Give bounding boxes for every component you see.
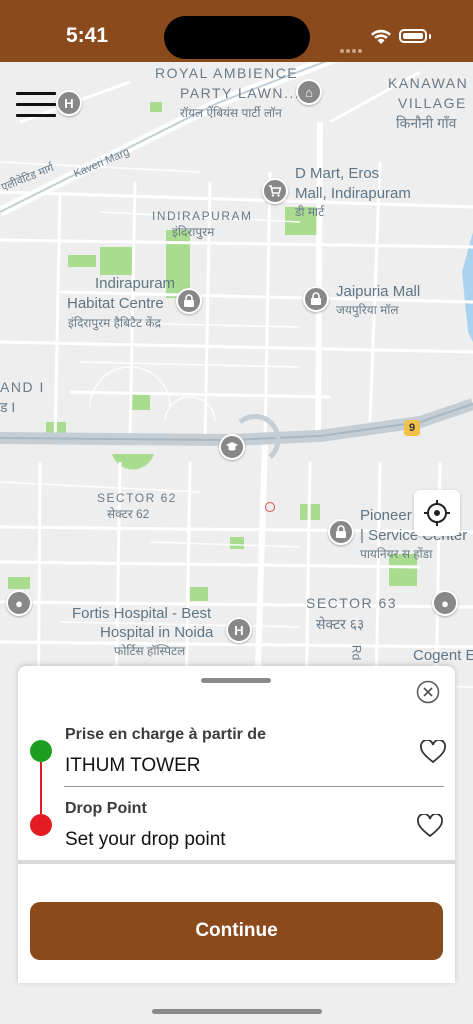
signal-icon [340,40,364,53]
pickup-dot [30,740,52,762]
map-label: KANAWAN [388,75,469,91]
map-label: Rd [349,644,364,661]
map-label: रॉयल ऐंबियंस पार्टी लॉन [180,106,282,120]
map-label: फोर्टिस हॉस्पिटल [114,644,186,658]
map-label: Cogent E [413,647,473,664]
battery-icon [399,29,427,43]
status-time: 5:41 [66,24,109,47]
map-label: SECTOR 63 [306,595,398,611]
map-label: सेक्टर 62 [107,507,150,521]
close-icon[interactable] [416,680,440,704]
place-icon[interactable]: ● [6,590,32,616]
map-label: Indirapuram [95,275,176,292]
place-icon[interactable]: ● [432,590,458,616]
road-badge: 9 [404,420,420,436]
shopping-cart-icon[interactable] [262,178,288,204]
map-label: जयपुरिया मॉल [336,303,399,317]
route-line [40,762,42,814]
map-label: D Mart, Eros [295,165,380,182]
map-label: ड I [0,399,16,415]
map-label: PARTY LAWN... [180,85,301,101]
pickup-label: Prise en charge à partir de [65,726,266,743]
battery-tip [429,34,431,39]
status-bar: 5:41 [0,0,473,62]
field-divider [64,786,444,787]
locate-icon [424,500,450,526]
map-label: पायनियर स होंडा [360,547,433,561]
drop-dot [30,814,52,836]
lock-icon[interactable] [303,286,329,312]
drop-field[interactable]: Set your drop point [65,829,226,851]
map-label: इंदिरापुरम [172,225,215,239]
map-label: इंदिरापुरम हैबिटैट केंद्र [68,316,161,330]
map-label: SECTOR 62 [97,491,177,505]
pickup-field[interactable]: ITHUM TOWER [65,755,200,777]
school-icon[interactable] [219,434,245,460]
section-separator [18,860,455,864]
location-sheet: Prise en charge à partir de ITHUM TOWER … [18,666,455,983]
landmark-icon[interactable]: ⌂ [296,79,322,105]
map-label: किनौनी गाँव [396,115,457,131]
map-label: Fortis Hospital - Best [72,605,212,622]
map-label: Jaipuria Mall [336,283,421,300]
hospital-icon[interactable]: H [226,617,252,643]
map-label: INDIRAPURAM [152,209,253,223]
home-indicator[interactable] [152,1009,322,1014]
heart-icon[interactable] [420,740,446,764]
hospital-icon[interactable]: H [56,90,82,116]
drop-label: Drop Point [65,800,147,817]
menu-icon[interactable] [16,92,56,122]
lock-icon[interactable] [328,519,354,545]
map-label: डी मार्ट [295,205,325,219]
map-label: Habitat Centre [67,295,164,312]
locate-button[interactable] [414,490,460,536]
wifi-icon [371,29,391,44]
map-label: सेक्टर ६३ [316,616,365,632]
dynamic-island [164,16,310,59]
map-label: Hospital in Noida [100,624,214,641]
transit-icon [265,502,275,512]
continue-button[interactable]: Continue [30,902,443,960]
map-label: ROYAL AMBIENCE [155,65,299,81]
sheet-handle[interactable] [201,678,271,683]
map-label: Pioneer [360,507,412,524]
heart-icon[interactable] [417,814,443,838]
map-label: AND I [0,379,45,395]
map-label: Mall, Indirapuram [295,185,411,202]
map-label: VILLAGE [398,95,467,111]
lock-icon[interactable] [176,288,202,314]
